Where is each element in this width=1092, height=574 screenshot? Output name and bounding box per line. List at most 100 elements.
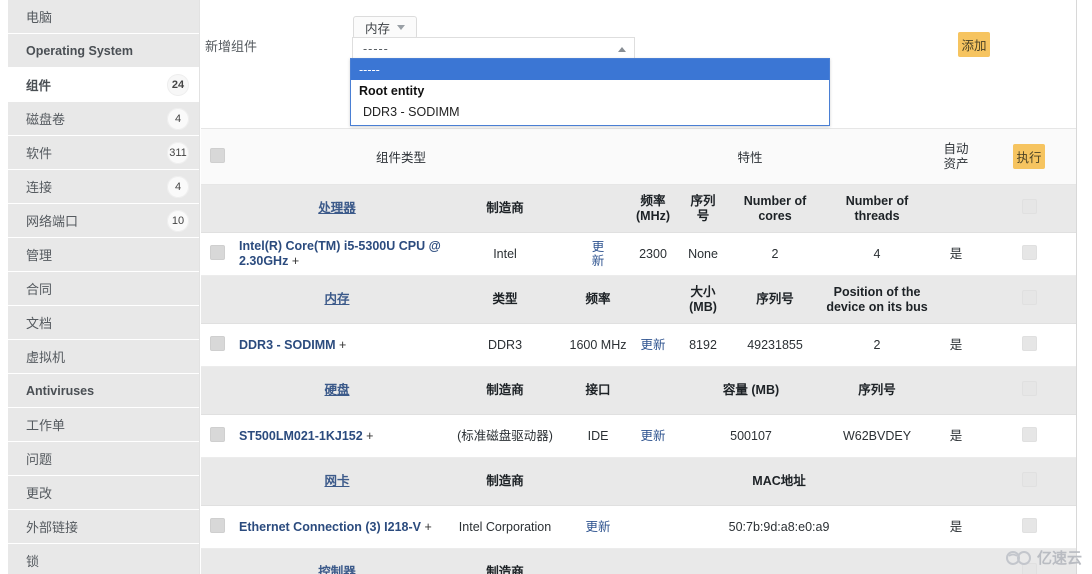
row-end-checkbox[interactable] <box>1021 517 1037 533</box>
dropdown-option-ddr3-sodimm[interactable]: DDR3 - SODIMM <box>351 101 829 123</box>
sidebar-item-label: 问题 <box>26 452 53 467</box>
col-networkcard[interactable]: 网卡 <box>233 458 441 506</box>
cell-processor-name[interactable]: Intel(R) Core(TM) i5-5300U CPU @ 2.30GHz… <box>233 233 441 276</box>
sidebar-item-label: 虚拟机 <box>26 350 66 365</box>
cell-networkcard-name[interactable]: Ethernet Connection (3) I218-V + <box>233 506 441 549</box>
sidebar-item-locks[interactable]: 锁 <box>8 544 199 574</box>
cell-manufacturer: (标准磁盘驱动器) <box>457 428 553 443</box>
section-select-checkbox[interactable] <box>1021 290 1037 305</box>
sidebar-item-network-ports[interactable]: 网络端口 10 <box>8 204 199 237</box>
sidebar-item-label: Operating System <box>26 43 133 58</box>
plus-icon[interactable]: + <box>292 254 299 268</box>
section-select-checkbox[interactable] <box>1021 472 1037 487</box>
sidebar-item-label: 组件 <box>26 79 52 93</box>
row-end-checkbox[interactable] <box>1021 426 1037 442</box>
sidebar-item-tickets[interactable]: 工作单 <box>8 408 199 441</box>
sidebar-item-label: 工作单 <box>26 418 66 433</box>
plus-icon[interactable]: + <box>366 429 373 443</box>
col-controller[interactable]: 控制器 <box>233 549 441 574</box>
sidebar-item-count: 4 <box>167 107 189 130</box>
cell-memory-name[interactable]: DDR3 - SODIMM + <box>233 324 441 367</box>
col-memory[interactable]: 内存 <box>233 276 441 324</box>
add-component-form: 新增组件 内存 ----- ----- Root entity DDR3 - S… <box>201 0 1076 128</box>
cell-update-link[interactable]: 更新 <box>627 415 679 458</box>
col-mac-address: MAC地址 <box>752 474 806 488</box>
col-frequency: 频率 <box>585 292 611 306</box>
add-button[interactable]: 添加 <box>958 32 990 57</box>
sidebar-item-documents[interactable]: 文档 <box>8 306 199 339</box>
cell-auto: 是 <box>949 246 963 261</box>
sidebar-item-volumes[interactable]: 磁盘卷 4 <box>8 102 199 135</box>
row-checkbox[interactable] <box>209 244 225 260</box>
execute-button[interactable]: 执行 <box>1013 144 1046 169</box>
col-number-of-threads: Number of threads <box>845 193 909 223</box>
sidebar-item-components[interactable]: 组件 24 <box>8 68 199 101</box>
spacer-cell <box>201 276 233 324</box>
spacer-cell <box>201 367 233 415</box>
sidebar-item-software[interactable]: 软件 311 <box>8 136 199 169</box>
col-harddrive[interactable]: 硬盘 <box>233 367 441 415</box>
header-checkbox-cell <box>981 458 1076 506</box>
dropdown-option-label: ----- <box>359 62 380 77</box>
spacer-cell <box>201 458 233 506</box>
sidebar-item-changes[interactable]: 更改 <box>8 476 199 509</box>
col-manufacturer: 制造商 <box>486 383 524 397</box>
section-select-checkbox[interactable] <box>1021 199 1037 214</box>
col-position: Position of the device on its bus <box>826 284 928 314</box>
sidebar-item-count: 4 <box>167 175 189 198</box>
section-select-checkbox[interactable] <box>1021 381 1037 396</box>
col-manufacturer: 制造商 <box>486 565 524 574</box>
row-checkbox-cell <box>201 415 233 458</box>
cell-update-link[interactable]: 更新 <box>569 506 627 549</box>
row-end-checkbox[interactable] <box>1021 335 1037 351</box>
processor-name-link: Intel(R) Core(TM) i5-5300U CPU @ 2.30GHz <box>239 239 441 268</box>
cell-update-link[interactable]: 更新 <box>569 233 627 276</box>
cell-auto: 是 <box>949 519 963 534</box>
sidebar-item-operating-system[interactable]: Operating System <box>8 34 199 67</box>
row-end-checkbox-cell <box>981 324 1076 367</box>
cell-update-link[interactable]: 更新 <box>627 324 679 367</box>
row-checkbox[interactable] <box>209 517 225 533</box>
sidebar-item-connections[interactable]: 连接 4 <box>8 170 199 203</box>
col-serial: 序列号 <box>756 292 794 306</box>
dropdown-option-root-entity[interactable]: Root entity <box>351 80 829 101</box>
sidebar-item-virtual-machines[interactable]: 虚拟机 <box>8 340 199 373</box>
master-col-component-type: 组件类型 <box>376 151 427 165</box>
sidebar-item-external-links[interactable]: 外部链接 <box>8 510 199 543</box>
sidebar-item-management[interactable]: 管理 <box>8 238 199 271</box>
section-header-processor: 处理器 制造商 频率 (MHz) 序列号 Number of cores Numbe… <box>201 184 1076 233</box>
sidebar-item-antiviruses[interactable]: Antiviruses <box>8 374 199 407</box>
row-end-checkbox[interactable] <box>1021 244 1037 260</box>
dropdown-option-blank[interactable]: ----- <box>351 59 829 80</box>
table-row: Ethernet Connection (3) I218-V + Intel C… <box>201 505 1076 549</box>
cell-interface: IDE <box>587 428 609 443</box>
col-frequency: 频率 (MHz) <box>636 193 671 223</box>
sidebar-item-count: 10 <box>167 209 189 232</box>
sidebar-item-count: 311 <box>167 141 189 164</box>
cell-cores: 2 <box>771 246 779 261</box>
col-serial: 序列号 <box>858 383 896 397</box>
dropdown-option-label: DDR3 - SODIMM <box>363 105 460 119</box>
plus-icon[interactable]: + <box>339 338 346 352</box>
col-size: 大小 (MB) <box>689 284 717 314</box>
section-select-checkbox[interactable] <box>1021 563 1037 574</box>
sidebar-item-label: 管理 <box>26 248 53 263</box>
cell-position: 2 <box>873 337 881 352</box>
auto-asset-line1: 自动 <box>943 141 969 156</box>
sidebar-item-problems[interactable]: 问题 <box>8 442 199 475</box>
component-type-value: 内存 <box>364 22 390 36</box>
app-root: 电脑 Operating System 组件 24 磁盘卷 4 软件 311 连… <box>0 0 1092 574</box>
component-type-dropdown-button[interactable]: 内存 <box>353 16 417 39</box>
row-checkbox[interactable] <box>209 426 225 442</box>
col-processor[interactable]: 处理器 <box>233 185 441 233</box>
select-all-checkbox[interactable] <box>209 147 225 163</box>
component-select-dropdown-list[interactable]: ----- Root entity DDR3 - SODIMM <box>350 58 830 126</box>
cell-harddrive-name[interactable]: ST500LM021-1KJ152 + <box>233 415 441 458</box>
sidebar-item-contract[interactable]: 合同 <box>8 272 199 305</box>
sidebar-item-label: 磁盘卷 <box>26 112 66 127</box>
components-table: 组件类型 特性 自动 资产 执行 处理器 制造商 频率 (MHz) 序列号 Num… <box>201 128 1076 574</box>
plus-icon[interactable]: + <box>424 520 431 534</box>
sidebar-item-computer[interactable]: 电脑 <box>8 0 199 33</box>
sidebar-item-label: 网络端口 <box>26 214 79 229</box>
row-checkbox[interactable] <box>209 335 225 351</box>
